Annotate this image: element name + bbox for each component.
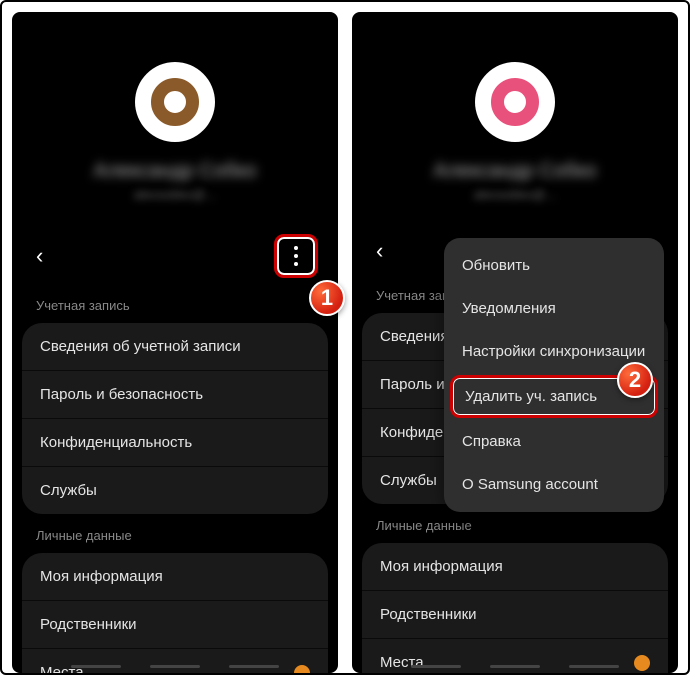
list-item[interactable]: Места (22, 649, 328, 673)
list-item[interactable]: Службы (22, 467, 328, 514)
step-badge-1: 1 (309, 280, 345, 316)
list-item[interactable]: Моя информация (362, 543, 668, 591)
menu-item-help[interactable]: Справка (444, 420, 664, 463)
menu-item-notifications[interactable]: Уведомления (444, 287, 664, 330)
list-item[interactable]: Конфиденциальность (22, 419, 328, 467)
section-personal: Личные данные (12, 514, 338, 553)
user-name: Александр Собко (94, 160, 257, 183)
screenshot-right: Александр Собко alexsobko@... ‹ Учетная … (352, 12, 678, 673)
user-sub: alexsobko@... (134, 187, 217, 202)
badge-icon (634, 655, 650, 671)
more-button[interactable] (278, 238, 314, 274)
donut-icon (491, 78, 539, 126)
profile-header: Александр Собко alexsobko@... (12, 12, 338, 222)
list-item[interactable]: Родственники (22, 601, 328, 649)
account-list: Сведения об учетной записи Пароль и безо… (22, 323, 328, 514)
section-account: Учетная запись (12, 284, 338, 323)
step-badge-2: 2 (617, 362, 653, 398)
back-button[interactable]: ‹ (376, 238, 383, 264)
menu-item-about[interactable]: О Samsung account (444, 463, 664, 506)
list-item[interactable]: Сведения об учетной записи (22, 323, 328, 371)
list-item[interactable]: Пароль и безопасность (22, 371, 328, 419)
menu-item-refresh[interactable]: Обновить (444, 244, 664, 287)
highlight-box (274, 234, 318, 278)
list-item[interactable]: Родственники (362, 591, 668, 639)
profile-header: Александр Собко alexsobko@... (352, 12, 678, 222)
screenshot-left: Александр Собко alexsobko@... ‹ Учетная … (12, 12, 338, 673)
nav-bar (352, 665, 678, 668)
list-item[interactable]: Моя информация (22, 553, 328, 601)
nav-bar (12, 665, 338, 668)
toolbar: ‹ (12, 228, 338, 284)
back-button[interactable]: ‹ (36, 243, 43, 269)
user-name: Александр Собко (434, 160, 597, 183)
personal-list: Моя информация Родственники Места (22, 553, 328, 673)
donut-icon (151, 78, 199, 126)
user-sub: alexsobko@... (474, 187, 557, 202)
avatar[interactable] (475, 62, 555, 142)
personal-list: Моя информация Родственники Места (362, 543, 668, 673)
avatar[interactable] (135, 62, 215, 142)
